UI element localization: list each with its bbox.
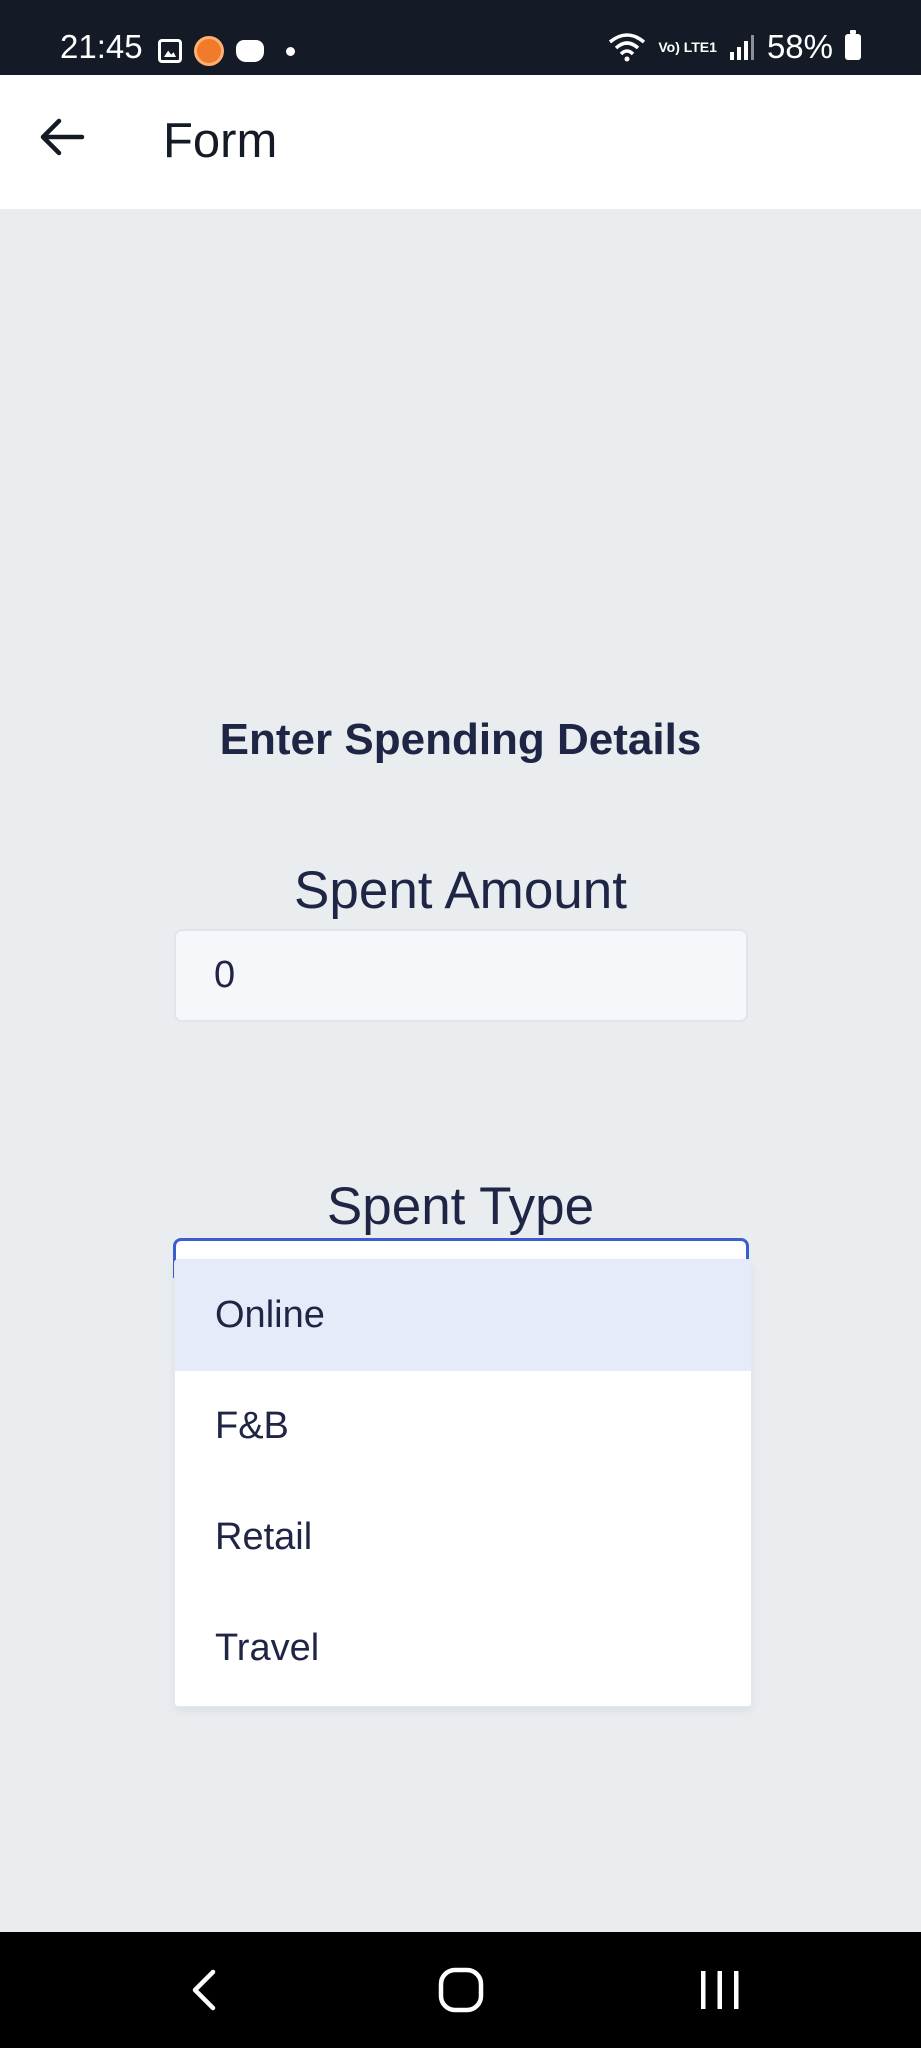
- gallery-icon: [158, 39, 182, 63]
- spent-amount-input[interactable]: [174, 929, 748, 1022]
- nav-back-button[interactable]: [164, 1952, 244, 2028]
- nav-recents-button[interactable]: [680, 1952, 760, 2028]
- nav-back-icon: [192, 1969, 216, 2011]
- battery-icon: [845, 29, 861, 60]
- page-title: Form: [163, 114, 278, 168]
- nav-home-icon: [438, 1967, 484, 2013]
- nav-home-button[interactable]: [421, 1952, 501, 2028]
- spent-type-dropdown: Online F&B Retail Travel: [174, 1259, 752, 1707]
- option-online[interactable]: Online: [175, 1260, 751, 1371]
- lte-icon: Vo) LTE1: [658, 38, 717, 55]
- notification-dot-icon: [286, 46, 295, 56]
- system-nav-bar: [0, 1932, 921, 2048]
- orange-app-icon: [194, 36, 224, 66]
- status-time: 21:45: [60, 28, 143, 65]
- spent-type-label: Spent Type: [326, 1177, 595, 1236]
- battery-percent: 58%: [766, 28, 833, 65]
- spent-amount-label: Spent Amount: [294, 861, 627, 920]
- back-button[interactable]: [30, 105, 94, 169]
- wifi-icon: [609, 32, 646, 61]
- arrow-left-icon: [40, 118, 85, 156]
- status-icons-right: Vo) LTE1 58%: [608, 28, 861, 65]
- status-bar: 21:45 Vo) LTE1 58%: [0, 0, 921, 75]
- option-retail[interactable]: Retail: [175, 1482, 751, 1593]
- status-icons-left: [158, 36, 295, 66]
- game-icon: [236, 40, 264, 62]
- signal-icon: [729, 34, 754, 60]
- nav-recents-icon: [701, 1971, 739, 2009]
- option-fnb[interactable]: F&B: [175, 1371, 751, 1482]
- form-heading: Enter Spending Details: [219, 715, 702, 764]
- option-travel[interactable]: Travel: [175, 1593, 751, 1704]
- app-bar: Form: [0, 75, 921, 209]
